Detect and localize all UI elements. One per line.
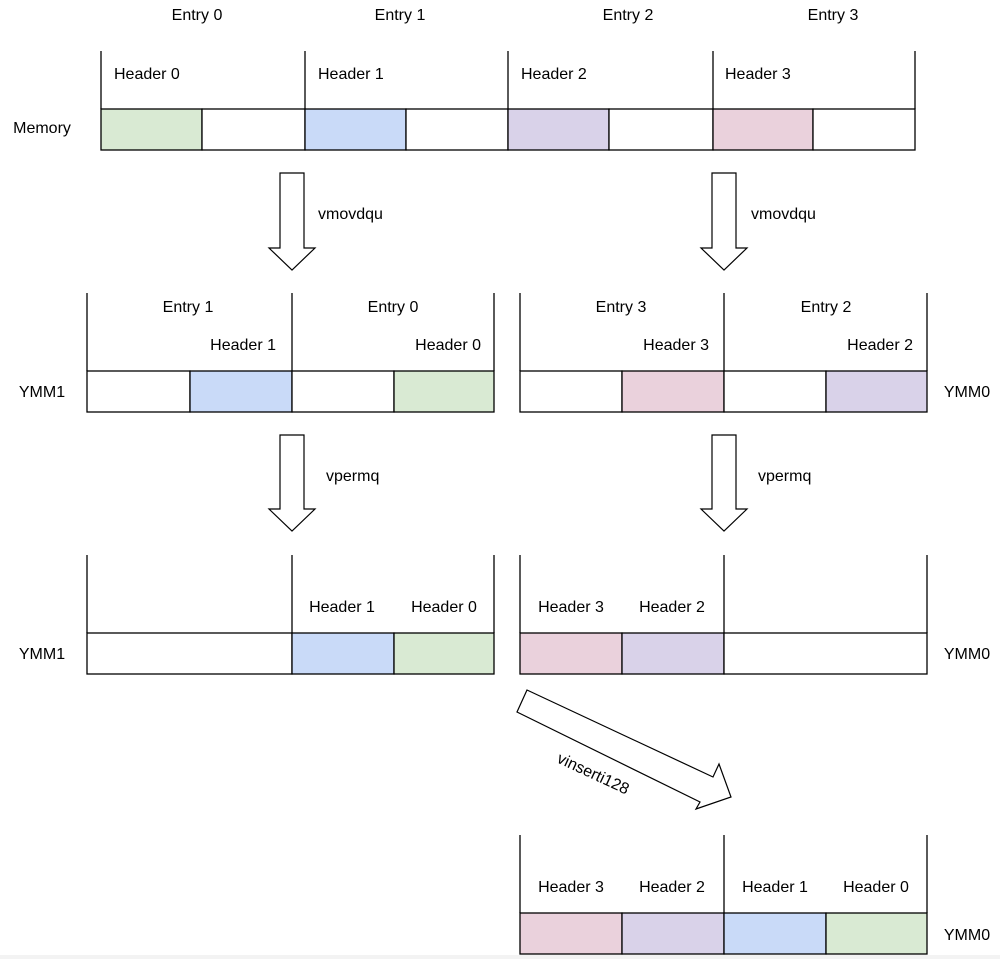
memory-cell-header-0 xyxy=(100,108,203,151)
ymm0-label: YMM0 xyxy=(944,927,990,944)
step2-ymm0-register: Header 3 Header 2 YMM0 xyxy=(519,555,990,675)
memory-cell-entry-1-body xyxy=(405,108,509,151)
ymm0-header-2-label: Header 2 xyxy=(847,337,913,354)
step1-ymm0-register: Entry 3 Entry 2 Header 3 Header 2 YMM0 xyxy=(519,293,990,413)
ymm0-header-0-label: Header 0 xyxy=(843,879,909,896)
ymm0-cell-empty xyxy=(723,370,827,413)
ymm1-header-0-label: Header 0 xyxy=(411,599,477,616)
ymm0-header-3-label: Header 3 xyxy=(643,337,709,354)
avx2-header-gather-diagram: Entry 0 Entry 1 Entry 2 Entry 3 Memory H… xyxy=(13,7,990,955)
ymm1-cell-header-0 xyxy=(393,632,495,675)
vmovdqu-left-label: vmovdqu xyxy=(318,206,383,223)
down-arrow-icon xyxy=(267,434,317,532)
memory-header-3-label: Header 3 xyxy=(725,66,791,83)
memory-cell-header-1 xyxy=(304,108,407,151)
down-arrow-icon xyxy=(699,172,749,271)
ymm1-cell-header-0 xyxy=(393,370,495,413)
ymm0-cell-header-2 xyxy=(621,912,725,955)
ymm0-cell-header-3 xyxy=(519,912,623,955)
ymm0-cell-header-2 xyxy=(825,370,928,413)
memory-cell-entry-0-body xyxy=(201,108,306,151)
ymm1-header-0-label: Header 0 xyxy=(415,337,481,354)
ymm0-label: YMM0 xyxy=(944,646,990,663)
page-bottom-edge xyxy=(0,955,1000,959)
memory-entry-0-label: Entry 0 xyxy=(172,7,223,24)
step2-ymm1-register: Header 1 Header 0 YMM1 xyxy=(19,555,495,675)
ymm1-header-1-label: Header 1 xyxy=(210,337,276,354)
ymm0-cell-empty xyxy=(519,370,623,413)
memory-entry-3-label: Entry 3 xyxy=(808,7,859,24)
ymm1-label: YMM1 xyxy=(19,384,65,401)
memory-cell-entry-3-body xyxy=(812,108,916,151)
ymm1-cell-header-1 xyxy=(291,632,395,675)
memory-header-0-label: Header 0 xyxy=(114,66,180,83)
ymm0-cell-header-1 xyxy=(723,912,827,955)
ymm0-cell-header-3 xyxy=(621,370,725,413)
ymm1-cell-empty xyxy=(86,632,293,675)
ymm0-cell-header-0 xyxy=(825,912,928,955)
ymm0-header-2-label: Header 2 xyxy=(639,879,705,896)
vmovdqu-right-label: vmovdqu xyxy=(751,206,816,223)
ymm0-header-2-label: Header 2 xyxy=(639,599,705,616)
ymm1-cell-header-1 xyxy=(189,370,293,413)
ymm0-entry-3-label: Entry 3 xyxy=(596,299,647,316)
ymm0-header-3-label: Header 3 xyxy=(538,879,604,896)
ymm0-cell-header-2 xyxy=(621,632,725,675)
down-arrow-icon xyxy=(699,434,749,532)
ymm0-header-1-label: Header 1 xyxy=(742,879,808,896)
memory-label: Memory xyxy=(13,120,71,137)
ymm0-cell-empty xyxy=(723,632,928,675)
ymm1-cell-empty xyxy=(291,370,395,413)
ymm1-entry-0-label: Entry 0 xyxy=(368,299,419,316)
ymm0-header-3-label: Header 3 xyxy=(538,599,604,616)
vpermq-left-label: vpermq xyxy=(326,468,379,485)
memory-row: Entry 0 Entry 1 Entry 2 Entry 3 Memory H… xyxy=(13,7,916,151)
ymm0-cell-header-3 xyxy=(519,632,623,675)
ymm1-header-1-label: Header 1 xyxy=(309,599,375,616)
step1-ymm1-register: Entry 1 Entry 0 Header 1 Header 0 YMM1 xyxy=(19,293,495,413)
ymm1-label: YMM1 xyxy=(19,646,65,663)
memory-cell-entry-2-body xyxy=(608,108,714,151)
ymm1-cell-empty xyxy=(86,370,191,413)
memory-cell-header-3 xyxy=(712,108,814,151)
step3-ymm0-register: Header 3 Header 2 Header 1 Header 0 YMM0 xyxy=(519,835,990,955)
ymm1-entry-1-label: Entry 1 xyxy=(163,299,214,316)
memory-cell-header-2 xyxy=(507,108,610,151)
vpermq-right-label: vpermq xyxy=(758,468,811,485)
memory-entry-1-label: Entry 1 xyxy=(375,7,426,24)
memory-header-1-label: Header 1 xyxy=(318,66,384,83)
ymm0-label: YMM0 xyxy=(944,384,990,401)
ymm0-entry-2-label: Entry 2 xyxy=(801,299,852,316)
down-arrow-icon xyxy=(267,172,317,271)
memory-header-2-label: Header 2 xyxy=(521,66,587,83)
memory-entry-2-label: Entry 2 xyxy=(603,7,654,24)
